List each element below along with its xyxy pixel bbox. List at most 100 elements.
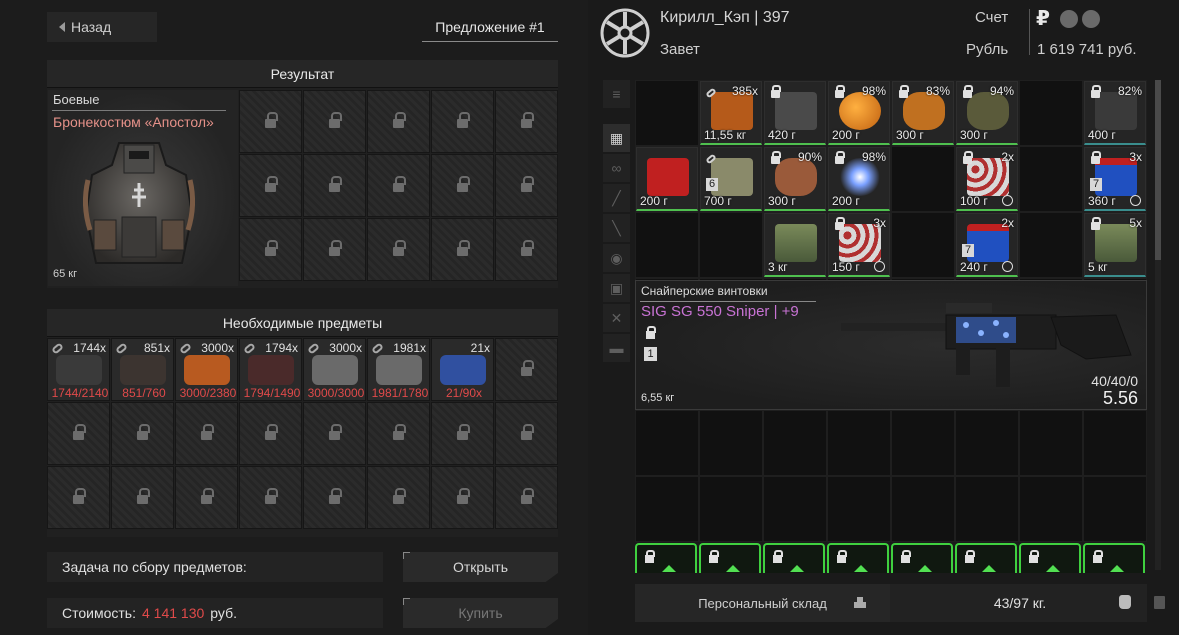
inventory-cell[interactable]: [1083, 410, 1147, 476]
upgrade-slot[interactable]: [1083, 543, 1145, 573]
inventory-cell[interactable]: [1019, 146, 1083, 212]
inventory-cell[interactable]: [955, 476, 1019, 542]
lock-icon: [72, 423, 86, 442]
item-quantity: 90%: [797, 150, 822, 164]
item-quantity: 5x: [1129, 216, 1142, 230]
item-weight: 300 г: [896, 128, 924, 142]
craft-panel: Назад Предложение #1 Результат Боевые Бр…: [0, 0, 588, 635]
lock-icon: [771, 85, 781, 98]
inventory-cell[interactable]: [635, 410, 699, 476]
lock-icon: [392, 111, 406, 130]
inventory-cell[interactable]: [1019, 80, 1083, 146]
required-item[interactable]: 1794x 1794/1490: [239, 338, 302, 401]
inventory-item[interactable]: 3x 150 г: [828, 213, 890, 277]
trash-icon[interactable]: [1154, 596, 1165, 609]
inventory-item[interactable]: 98% 200 г: [828, 81, 890, 145]
inventory-item[interactable]: 90% 300 г: [764, 147, 826, 211]
inventory-cell[interactable]: [635, 476, 699, 542]
inventory-item[interactable]: 94% 300 г: [956, 81, 1018, 145]
inventory-item[interactable]: 83% 300 г: [892, 81, 954, 145]
inventory-cell[interactable]: [699, 476, 763, 542]
inventory-cell[interactable]: [699, 410, 763, 476]
inventory-item[interactable]: 200 г: [636, 147, 698, 211]
required-item[interactable]: 1744x 1744/2140: [47, 338, 110, 401]
result-item[interactable]: Боевые Бронекостюм «Апостол» 65 кг: [48, 90, 238, 286]
open-button[interactable]: Открыть: [403, 552, 558, 582]
inventory-cell[interactable]: [763, 476, 827, 542]
inventory-cell[interactable]: [699, 212, 763, 278]
inventory-item[interactable]: 3 кг: [764, 213, 826, 277]
inventory-item[interactable]: 2x 7 240 г: [956, 213, 1018, 277]
lock-icon: [264, 111, 278, 130]
inventory-item[interactable]: 385x 11,55 кг: [700, 81, 762, 145]
rouble-icon[interactable]: ₽: [1036, 6, 1050, 31]
inventory-cell[interactable]: [1019, 212, 1083, 278]
required-item-progress: 1794/1490: [243, 386, 301, 400]
item-weight: 11,55 кг: [704, 128, 747, 142]
required-item-image: [312, 355, 358, 385]
inventory-cell[interactable]: [635, 212, 699, 278]
stash-button[interactable]: Персональный склад: [635, 584, 890, 622]
inventory-item[interactable]: 3x 7 360 г: [1084, 147, 1146, 211]
knife-icon[interactable]: ╲: [603, 214, 630, 242]
tab-offer-1[interactable]: Предложение #1: [422, 12, 558, 42]
inventory-item[interactable]: 82% 400 г: [1084, 81, 1146, 145]
inventory-cell[interactable]: [635, 80, 699, 146]
grid-icon[interactable]: ▦: [603, 124, 630, 152]
weapon-divider: [640, 301, 816, 302]
artifact-icon[interactable]: ◉: [603, 244, 630, 272]
scrollbar-thumb[interactable]: [1155, 80, 1161, 260]
locked-slot: [303, 218, 366, 281]
result-item-weight: 65 кг: [53, 268, 78, 280]
inventory-cell[interactable]: [1083, 476, 1147, 542]
upgrade-slot[interactable]: [763, 543, 825, 573]
gear-currency-icon[interactable]: [1060, 10, 1078, 28]
inventory-cell[interactable]: [891, 476, 955, 542]
required-item[interactable]: 3000x 3000/3000: [303, 338, 366, 401]
inventory-cell[interactable]: [1019, 476, 1083, 542]
rifle-icon[interactable]: ╱: [603, 184, 630, 212]
tools-icon[interactable]: ✕: [603, 304, 630, 332]
inventory-cell[interactable]: [891, 146, 955, 212]
lock-icon: [328, 423, 342, 442]
upgrade-slot[interactable]: [955, 543, 1017, 573]
required-item[interactable]: 1981x 1981/1780: [367, 338, 430, 401]
buy-button[interactable]: Купить: [403, 598, 558, 628]
weight-icon: [1119, 595, 1131, 609]
upgrade-slot[interactable]: [827, 543, 889, 573]
required-item[interactable]: 3000x 3000/2380: [175, 338, 238, 401]
inventory-item[interactable]: 2x 100 г: [956, 147, 1018, 211]
lock-icon: [200, 487, 214, 506]
coin-currency-icon[interactable]: [1082, 10, 1100, 28]
box-icon[interactable]: ▬: [603, 334, 630, 362]
inventory-scrollbar[interactable]: [1155, 80, 1161, 570]
lock-icon: [1091, 151, 1101, 164]
upgrade-slot[interactable]: [635, 543, 697, 573]
required-item[interactable]: 851x 851/760: [111, 338, 174, 401]
inventory-cell[interactable]: [827, 476, 891, 542]
item-weight: 200 г: [832, 194, 860, 208]
link-icon[interactable]: ∞: [603, 154, 630, 182]
required-item[interactable]: 21x 21/90x: [431, 338, 494, 401]
inventory-cell[interactable]: [891, 212, 955, 278]
arrow-up-icon: [662, 565, 676, 572]
inventory-cell[interactable]: [827, 410, 891, 476]
weapon-item[interactable]: Снайперские винтовки SIG SG 550 Sniper |…: [635, 280, 1147, 410]
inventory-cell[interactable]: [891, 410, 955, 476]
inventory-cell[interactable]: [1019, 410, 1083, 476]
inventory-item[interactable]: 5x 5 кг: [1084, 213, 1146, 277]
sort-icon[interactable]: ≡: [603, 80, 630, 108]
lock-icon: [456, 487, 470, 506]
upgrade-slot[interactable]: [1019, 543, 1081, 573]
inventory-cell[interactable]: [955, 410, 1019, 476]
inventory-item[interactable]: 98% 200 г: [828, 147, 890, 211]
inventory-item[interactable]: 6 700 г: [700, 147, 762, 211]
back-button[interactable]: Назад: [47, 12, 157, 42]
upgrade-slot[interactable]: [699, 543, 761, 573]
item-weight: 100 г: [960, 194, 988, 208]
camera-icon[interactable]: ▣: [603, 274, 630, 302]
required-item-progress: 851/760: [122, 386, 166, 400]
inventory-item[interactable]: 420 г: [764, 81, 826, 145]
upgrade-slot[interactable]: [891, 543, 953, 573]
inventory-cell[interactable]: [763, 410, 827, 476]
